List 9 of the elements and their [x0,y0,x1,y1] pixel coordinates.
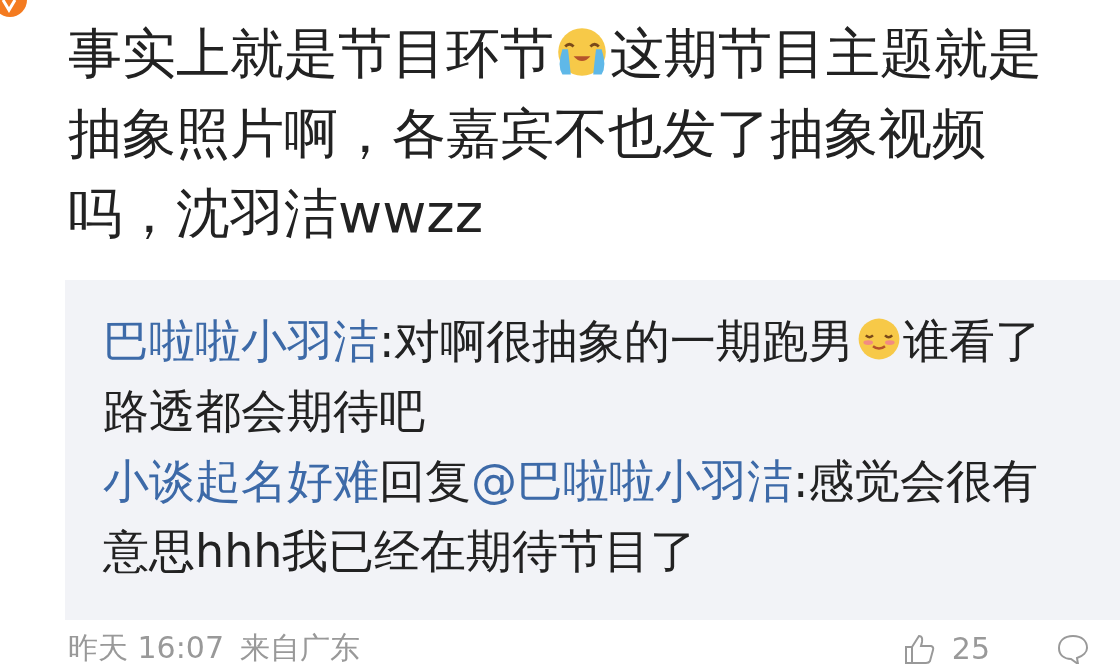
source-location: 来自广东 [240,629,360,664]
reply-text: 巴啦啦小羽洁:对啊很抽象的一期跑男 谁看了路透都会期待吧 [103,313,1042,440]
like-count: 25 [951,631,990,664]
comment-text: 事实上就是节目环节 这期节目主题就是抽象照片啊，各嘉宾不也发了抽象视频吗，沈羽洁wwzz [68,21,1043,247]
reply-text: 小谈起名好难回复@巴啦啦小羽洁:感觉会很有意思hhh我已经在期待节目了 [103,453,1040,580]
username-link[interactable]: 小谈起名好难 [103,454,379,508]
username-link[interactable]: 巴啦啦小羽洁 [103,314,379,368]
timestamp: 昨天 16:07 [68,629,224,664]
mention-link[interactable]: @巴啦啦小羽洁 [471,454,793,508]
